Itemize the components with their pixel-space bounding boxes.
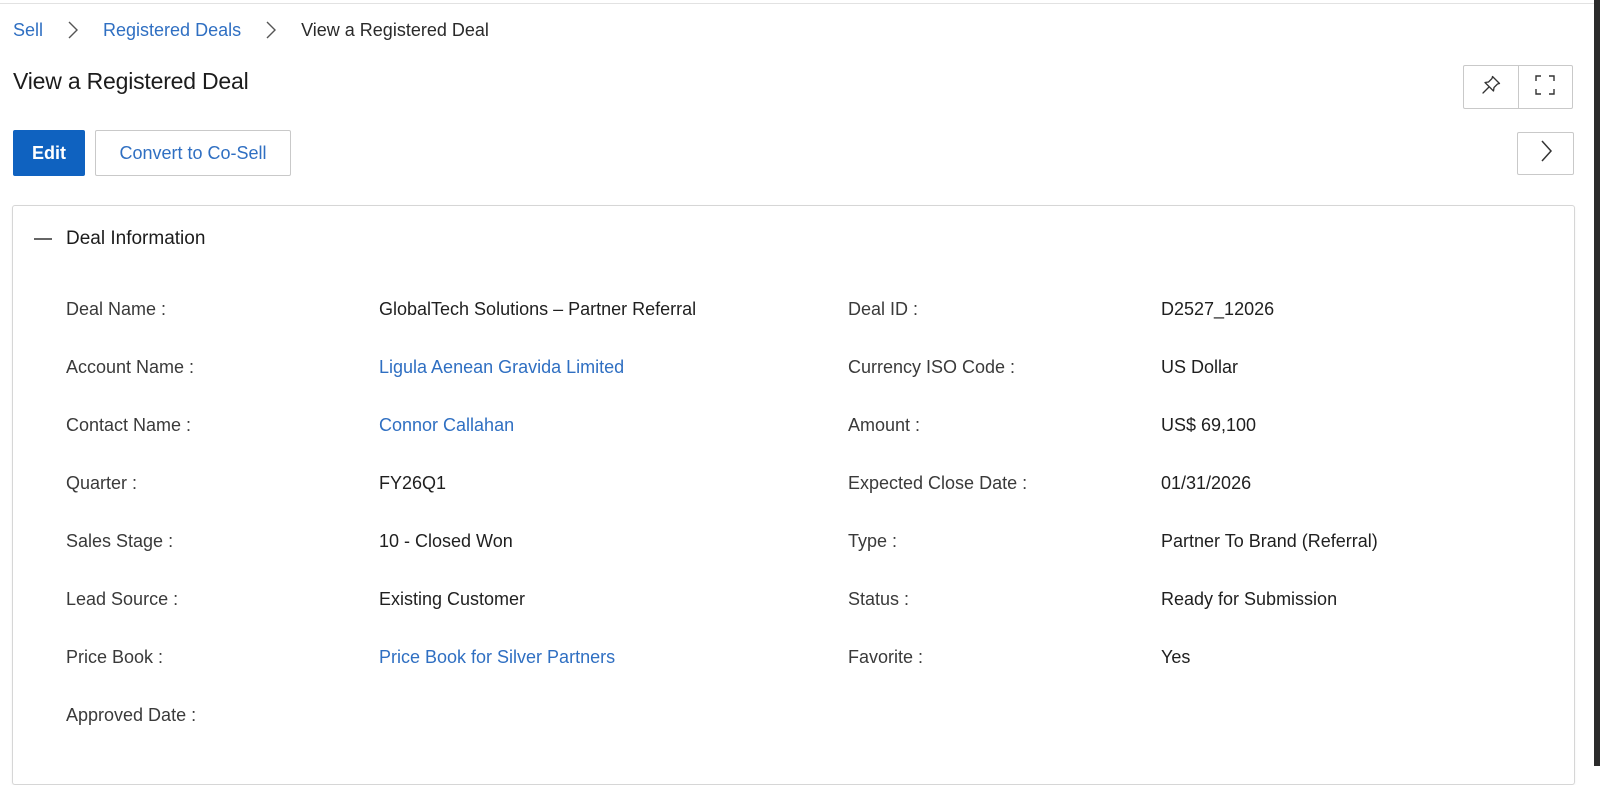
deal-information-card: Deal Information Deal Name : GlobalTech … xyxy=(12,205,1575,785)
chevron-right-icon xyxy=(1539,139,1553,168)
expected-close-date-value: 01/31/2026 xyxy=(1161,473,1252,493)
breadcrumb-sell[interactable]: Sell xyxy=(13,20,43,41)
deal-name-label: Deal Name : xyxy=(66,299,167,319)
fullscreen-button[interactable] xyxy=(1517,66,1573,108)
chevron-right-icon xyxy=(261,20,281,40)
sales-stage-label: Sales Stage : xyxy=(66,531,174,551)
currency-iso-code-value: US Dollar xyxy=(1161,357,1239,377)
breadcrumb-registered-deals[interactable]: Registered Deals xyxy=(103,20,241,41)
approved-date-label: Approved Date : xyxy=(66,705,197,725)
window-edge xyxy=(1594,0,1600,766)
amount-value: US$ 69,100 xyxy=(1161,415,1257,435)
deal-id-value: D2527_12026 xyxy=(1161,299,1275,319)
page-title: View a Registered Deal xyxy=(13,68,249,94)
pin-button[interactable] xyxy=(1464,66,1518,108)
pin-icon xyxy=(1480,74,1502,101)
deal-id-label: Deal ID : xyxy=(848,299,919,319)
view-controls xyxy=(1463,65,1573,109)
account-name-link[interactable]: Ligula Aenean Gravida Limited xyxy=(379,357,624,378)
fullscreen-icon xyxy=(1534,74,1556,101)
price-book-label: Price Book : xyxy=(66,647,164,667)
lead-source-value: Existing Customer xyxy=(379,589,526,609)
type-label: Type : xyxy=(848,531,898,551)
favorite-label: Favorite : xyxy=(848,647,924,667)
deal-information-section-toggle[interactable]: Deal Information xyxy=(33,228,205,250)
type-value: Partner To Brand (Referral) xyxy=(1161,531,1378,551)
sales-stage-value: 10 - Closed Won xyxy=(379,531,513,551)
minus-icon xyxy=(33,229,53,249)
contact-name-label: Contact Name : xyxy=(66,415,192,435)
chevron-right-icon xyxy=(63,20,83,40)
expected-close-date-label: Expected Close Date : xyxy=(848,473,1028,493)
account-name-label: Account Name : xyxy=(66,357,195,377)
contact-name-link[interactable]: Connor Callahan xyxy=(379,415,514,436)
status-value: Ready for Submission xyxy=(1161,589,1338,609)
amount-label: Amount : xyxy=(848,415,921,435)
edit-button[interactable]: Edit xyxy=(13,130,85,176)
deal-name-value: GlobalTech Solutions – Partner Referral xyxy=(379,299,697,319)
currency-iso-code-label: Currency ISO Code : xyxy=(848,357,1016,377)
status-label: Status : xyxy=(848,589,910,609)
price-book-link[interactable]: Price Book for Silver Partners xyxy=(379,647,615,668)
breadcrumb: Sell Registered Deals View a Registered … xyxy=(13,18,489,42)
section-title: Deal Information xyxy=(66,228,206,249)
quarter-value: FY26Q1 xyxy=(379,473,447,493)
convert-to-co-sell-button[interactable]: Convert to Co-Sell xyxy=(95,130,291,176)
next-button[interactable] xyxy=(1517,132,1574,175)
favorite-value: Yes xyxy=(1161,647,1191,667)
lead-source-label: Lead Source : xyxy=(66,589,179,609)
quarter-label: Quarter : xyxy=(66,473,138,493)
breadcrumb-current: View a Registered Deal xyxy=(301,19,489,40)
top-divider xyxy=(0,3,1594,4)
